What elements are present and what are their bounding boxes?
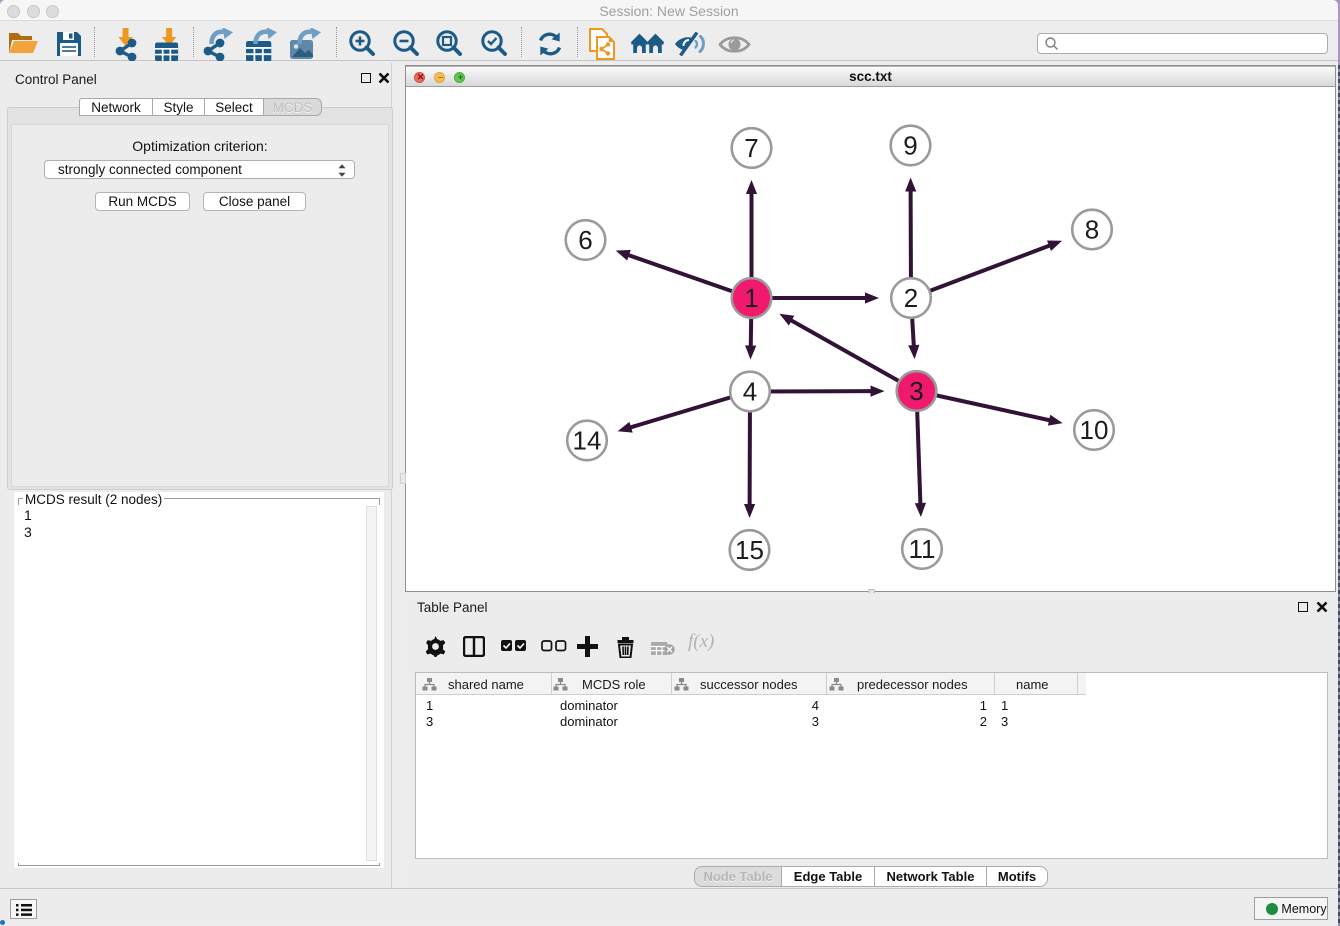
svg-text:9: 9	[903, 131, 917, 161]
svg-text:7: 7	[744, 133, 758, 163]
svg-text:1: 1	[744, 283, 758, 313]
svg-text:8: 8	[1085, 215, 1099, 245]
svg-text:11: 11	[909, 534, 936, 564]
svg-text:4: 4	[743, 377, 757, 407]
svg-text:2: 2	[904, 283, 918, 313]
svg-text:15: 15	[735, 535, 764, 565]
svg-text:10: 10	[1080, 415, 1109, 445]
svg-text:6: 6	[578, 225, 592, 255]
svg-text:3: 3	[909, 376, 923, 406]
svg-text:14: 14	[573, 426, 602, 456]
